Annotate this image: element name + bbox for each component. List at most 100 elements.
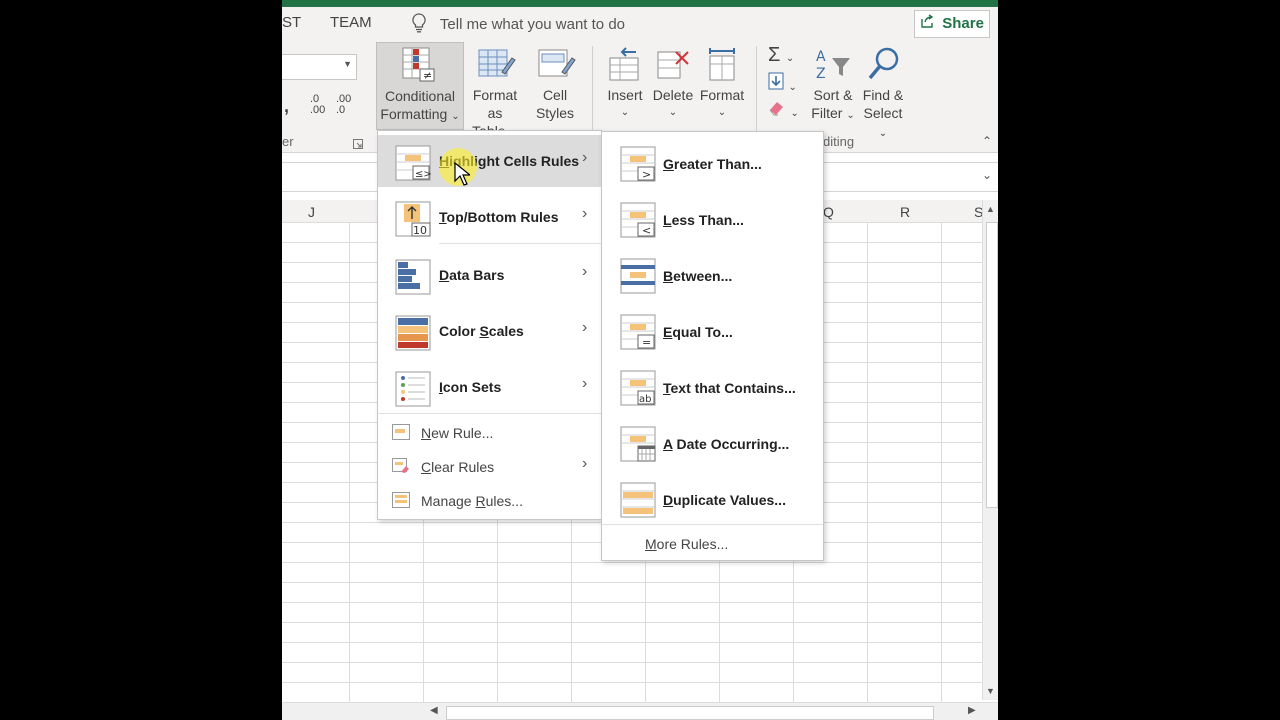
- find-select-button[interactable]: Find & Select ⌄: [858, 44, 908, 139]
- submenu-item-equal-to[interactable]: = Equal To...: [602, 304, 823, 358]
- column-header-r[interactable]: R: [900, 204, 910, 220]
- menu-item-manage-rules[interactable]: Manage Rules...: [378, 485, 601, 515]
- format-as-table-button[interactable]: Format as Table ⌄: [464, 44, 526, 139]
- more-rules-link[interactable]: More Rules...: [645, 536, 728, 552]
- sort-filter-button[interactable]: AZ Sort & Filter ⌄: [808, 44, 858, 128]
- menu-item-label: Top/Bottom Rules: [439, 209, 559, 225]
- greater-than-icon: >: [620, 146, 656, 187]
- svg-text:10: 10: [413, 224, 427, 237]
- chevron-right-icon: ›: [582, 149, 588, 166]
- chevron-down-icon: ⌄: [620, 107, 630, 118]
- submenu-item-greater-than[interactable]: > Greater Than...: [602, 136, 823, 190]
- menu-item-icon-sets[interactable]: Icon Sets ›: [378, 361, 601, 413]
- clear-rules-icon: [392, 458, 410, 479]
- menu-item-data-bars[interactable]: Data Bars ›: [378, 249, 601, 301]
- tell-me-text: Tell me what you want to do: [439, 15, 626, 33]
- comma-style-button[interactable]: ,: [284, 96, 289, 117]
- menu-item-new-rule[interactable]: New Rule...: [378, 417, 601, 447]
- submenu-item-label: Less Than...: [663, 212, 744, 228]
- menu-item-clear-rules[interactable]: Clear Rules ›: [378, 451, 601, 481]
- tab-test[interactable]: ST: [282, 14, 301, 31]
- svg-text:A: A: [816, 49, 826, 65]
- menu-separator: [439, 243, 601, 244]
- conditional-formatting-label-2: Formatting: [380, 106, 448, 122]
- submenu-item-between[interactable]: Between...: [602, 248, 823, 302]
- manage-rules-icon: [392, 492, 410, 513]
- sort-filter-label-2: Filter: [811, 105, 843, 121]
- top-bottom-rules-icon: 10: [395, 201, 431, 242]
- format-as-table-label-1: Format as: [472, 87, 518, 121]
- submenu-item-duplicate-values[interactable]: Duplicate Values...: [602, 472, 823, 526]
- submenu-item-label: Equal To...: [663, 324, 733, 340]
- submenu-item-label: A Date Occurring...: [663, 436, 790, 452]
- menu-item-color-scales[interactable]: Color Scales ›: [378, 305, 601, 357]
- conditional-formatting-menu: ≤> Highlight Cells Rules › 10 Top/Bottom…: [377, 130, 602, 520]
- insert-button[interactable]: Insert ⌄: [602, 44, 648, 128]
- scroll-thumb[interactable]: [986, 222, 998, 508]
- menu-item-top-bottom-rules[interactable]: 10 Top/Bottom Rules ›: [378, 191, 601, 243]
- fill-button[interactable]: ⌄: [768, 72, 797, 95]
- scroll-right-icon[interactable]: ▶: [968, 705, 976, 716]
- svg-text:≠: ≠: [423, 69, 432, 82]
- chevron-right-icon: ›: [582, 205, 588, 222]
- format-icon: [706, 46, 740, 87]
- format-label: Format: [699, 87, 745, 103]
- menu-item-label: New Rule...: [421, 425, 494, 441]
- chevron-right-icon: ›: [582, 375, 588, 392]
- decrease-decimal-button[interactable]: .00 .0: [336, 94, 351, 116]
- color-scales-icon: [395, 315, 431, 356]
- scroll-left-icon[interactable]: ◀: [430, 705, 438, 716]
- chevron-right-icon: ›: [582, 319, 588, 336]
- number-format-combo[interactable]: ▼: [282, 54, 357, 80]
- menu-item-highlight-cells-rules[interactable]: ≤> Highlight Cells Rules ›: [378, 135, 601, 187]
- collapse-ribbon-icon[interactable]: ⌃: [982, 134, 992, 148]
- vertical-scrollbar[interactable]: ▲ ▼: [982, 200, 998, 700]
- highlight-cells-rules-submenu: > Greater Than... < Less Than... Between…: [601, 131, 824, 561]
- tab-team[interactable]: TEAM: [330, 14, 372, 31]
- conditional-formatting-button[interactable]: ≠ Conditional Formatting ⌄: [376, 42, 464, 130]
- expand-formula-icon[interactable]: ⌄: [982, 168, 992, 182]
- menu-separator: [378, 413, 601, 414]
- tell-me-search[interactable]: Tell me what you want to do: [412, 13, 625, 37]
- ribbon-tabs: ST TEAM Tell me what you want to do Shar…: [282, 7, 998, 40]
- chevron-down-icon: ⌄: [451, 111, 460, 122]
- insert-icon: [608, 46, 642, 87]
- chevron-down-icon: ⌄: [717, 107, 727, 118]
- fill-down-icon: [768, 72, 784, 94]
- cell-styles-button[interactable]: Cell Styles ⌄: [530, 44, 580, 139]
- submenu-item-label: Text that Contains...: [663, 380, 796, 396]
- dialog-launcher-icon[interactable]: [353, 136, 363, 154]
- chevron-right-icon: ›: [582, 455, 588, 472]
- share-button[interactable]: Share: [914, 10, 990, 38]
- submenu-item-label: Between...: [663, 268, 733, 284]
- submenu-item-date-occurring[interactable]: A Date Occurring...: [602, 416, 823, 470]
- delete-icon: [656, 46, 690, 87]
- horizontal-scrollbar[interactable]: ◀ ▶: [282, 702, 998, 720]
- chevron-down-icon: ⌄: [846, 110, 855, 121]
- chevron-down-icon: ⌄: [668, 107, 678, 118]
- svg-text:>: >: [642, 168, 651, 181]
- submenu-item-text-contains[interactable]: ab Text that Contains...: [602, 360, 823, 414]
- svg-text:=: =: [642, 336, 651, 349]
- submenu-separator: [602, 524, 823, 525]
- delete-button[interactable]: Delete ⌄: [650, 44, 696, 128]
- submenu-item-less-than[interactable]: < Less Than...: [602, 192, 823, 246]
- svg-text:≤>: ≤>: [415, 169, 431, 180]
- column-header-q[interactable]: Q: [823, 204, 834, 220]
- clear-button[interactable]: ⌄: [768, 100, 799, 121]
- scroll-up-icon[interactable]: ▲: [986, 204, 995, 214]
- column-header-j[interactable]: J: [308, 204, 315, 220]
- between-icon: [620, 258, 656, 299]
- svg-text:<: <: [642, 224, 651, 237]
- autosum-button[interactable]: Σ ⌄: [768, 44, 794, 67]
- mouse-pointer-icon: [454, 161, 472, 191]
- horizontal-scroll-thumb[interactable]: [446, 706, 934, 720]
- format-button[interactable]: Format ⌄: [698, 44, 746, 128]
- increase-decimal-button[interactable]: .0 .00: [310, 94, 325, 116]
- new-rule-icon: [392, 424, 410, 445]
- equal-to-icon: =: [620, 314, 656, 355]
- excel-window: ST TEAM Tell me what you want to do Shar…: [282, 0, 998, 720]
- eraser-icon: [768, 102, 786, 120]
- data-bars-icon: [395, 259, 431, 300]
- scroll-down-icon[interactable]: ▼: [986, 686, 995, 696]
